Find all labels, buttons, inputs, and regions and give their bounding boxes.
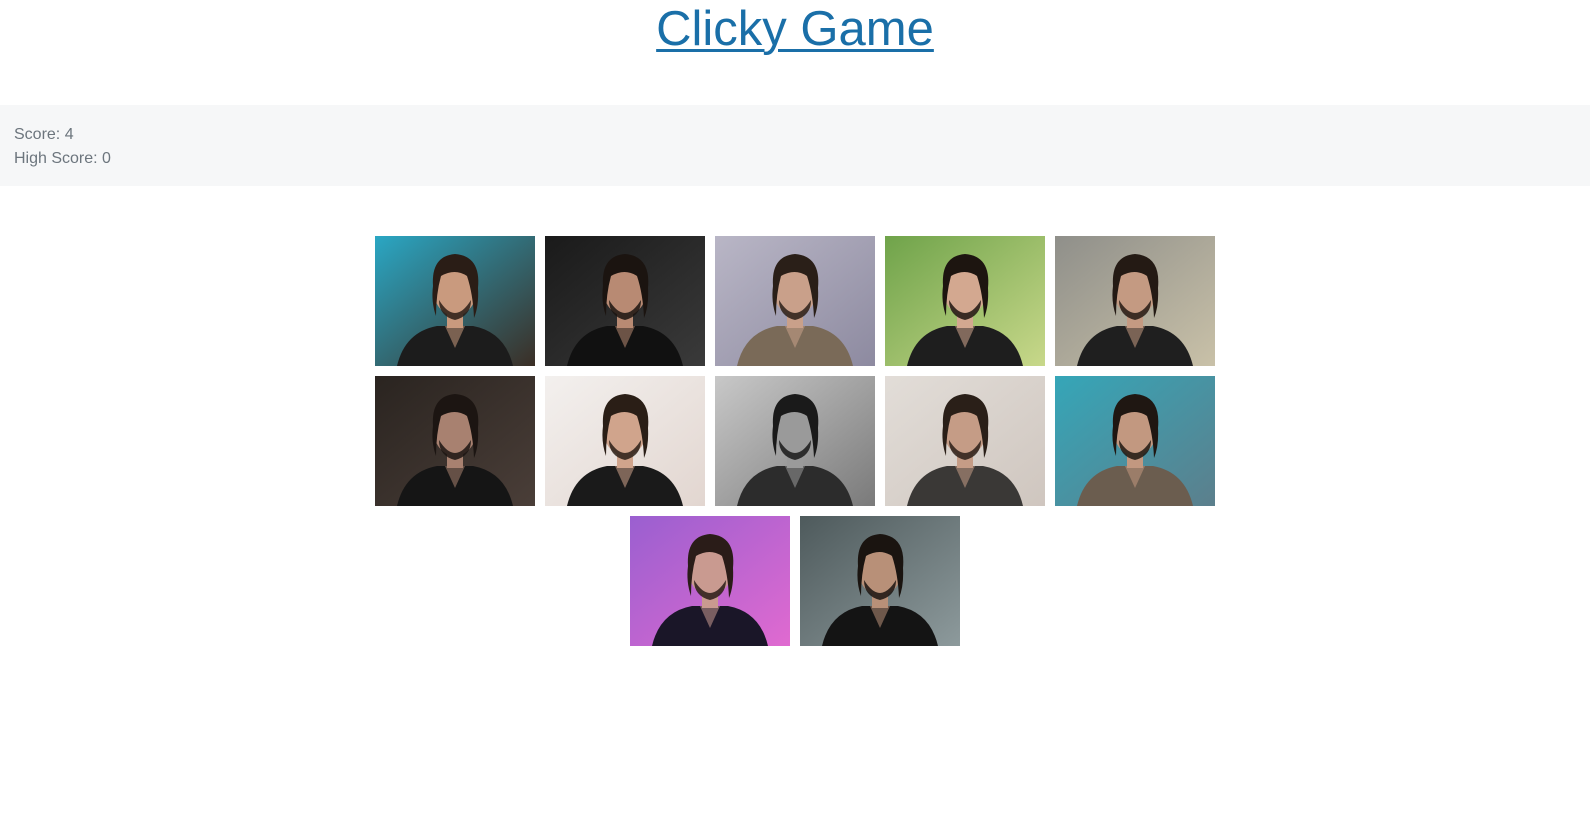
page-header: Clicky Game bbox=[0, 0, 1590, 105]
image-card[interactable] bbox=[375, 236, 535, 366]
portrait-image bbox=[715, 236, 875, 366]
portrait-image bbox=[545, 236, 705, 366]
portrait-image bbox=[1055, 236, 1215, 366]
card-row bbox=[0, 236, 1590, 366]
scoreboard: Score: 4 High Score: 0 bbox=[0, 105, 1590, 186]
image-card[interactable] bbox=[800, 516, 960, 646]
portrait-image bbox=[630, 516, 790, 646]
portrait-image bbox=[715, 376, 875, 506]
image-card[interactable] bbox=[885, 376, 1045, 506]
image-card[interactable] bbox=[715, 376, 875, 506]
high-score-display: High Score: 0 bbox=[14, 150, 111, 167]
image-card-grid bbox=[0, 236, 1590, 656]
image-card[interactable] bbox=[1055, 236, 1215, 366]
card-row bbox=[0, 516, 1590, 646]
portrait-image bbox=[885, 376, 1045, 506]
image-card[interactable] bbox=[885, 236, 1045, 366]
score-display: Score: 4 bbox=[14, 126, 74, 143]
portrait-image bbox=[1055, 376, 1215, 506]
portrait-image bbox=[375, 376, 535, 506]
portrait-image bbox=[375, 236, 535, 366]
image-card[interactable] bbox=[545, 376, 705, 506]
portrait-image bbox=[545, 376, 705, 506]
image-card[interactable] bbox=[630, 516, 790, 646]
image-card[interactable] bbox=[1055, 376, 1215, 506]
card-row bbox=[0, 376, 1590, 506]
portrait-image bbox=[885, 236, 1045, 366]
image-card[interactable] bbox=[545, 236, 705, 366]
image-card[interactable] bbox=[715, 236, 875, 366]
portrait-image bbox=[800, 516, 960, 646]
image-card[interactable] bbox=[375, 376, 535, 506]
page-title-link[interactable]: Clicky Game bbox=[656, 1, 934, 57]
